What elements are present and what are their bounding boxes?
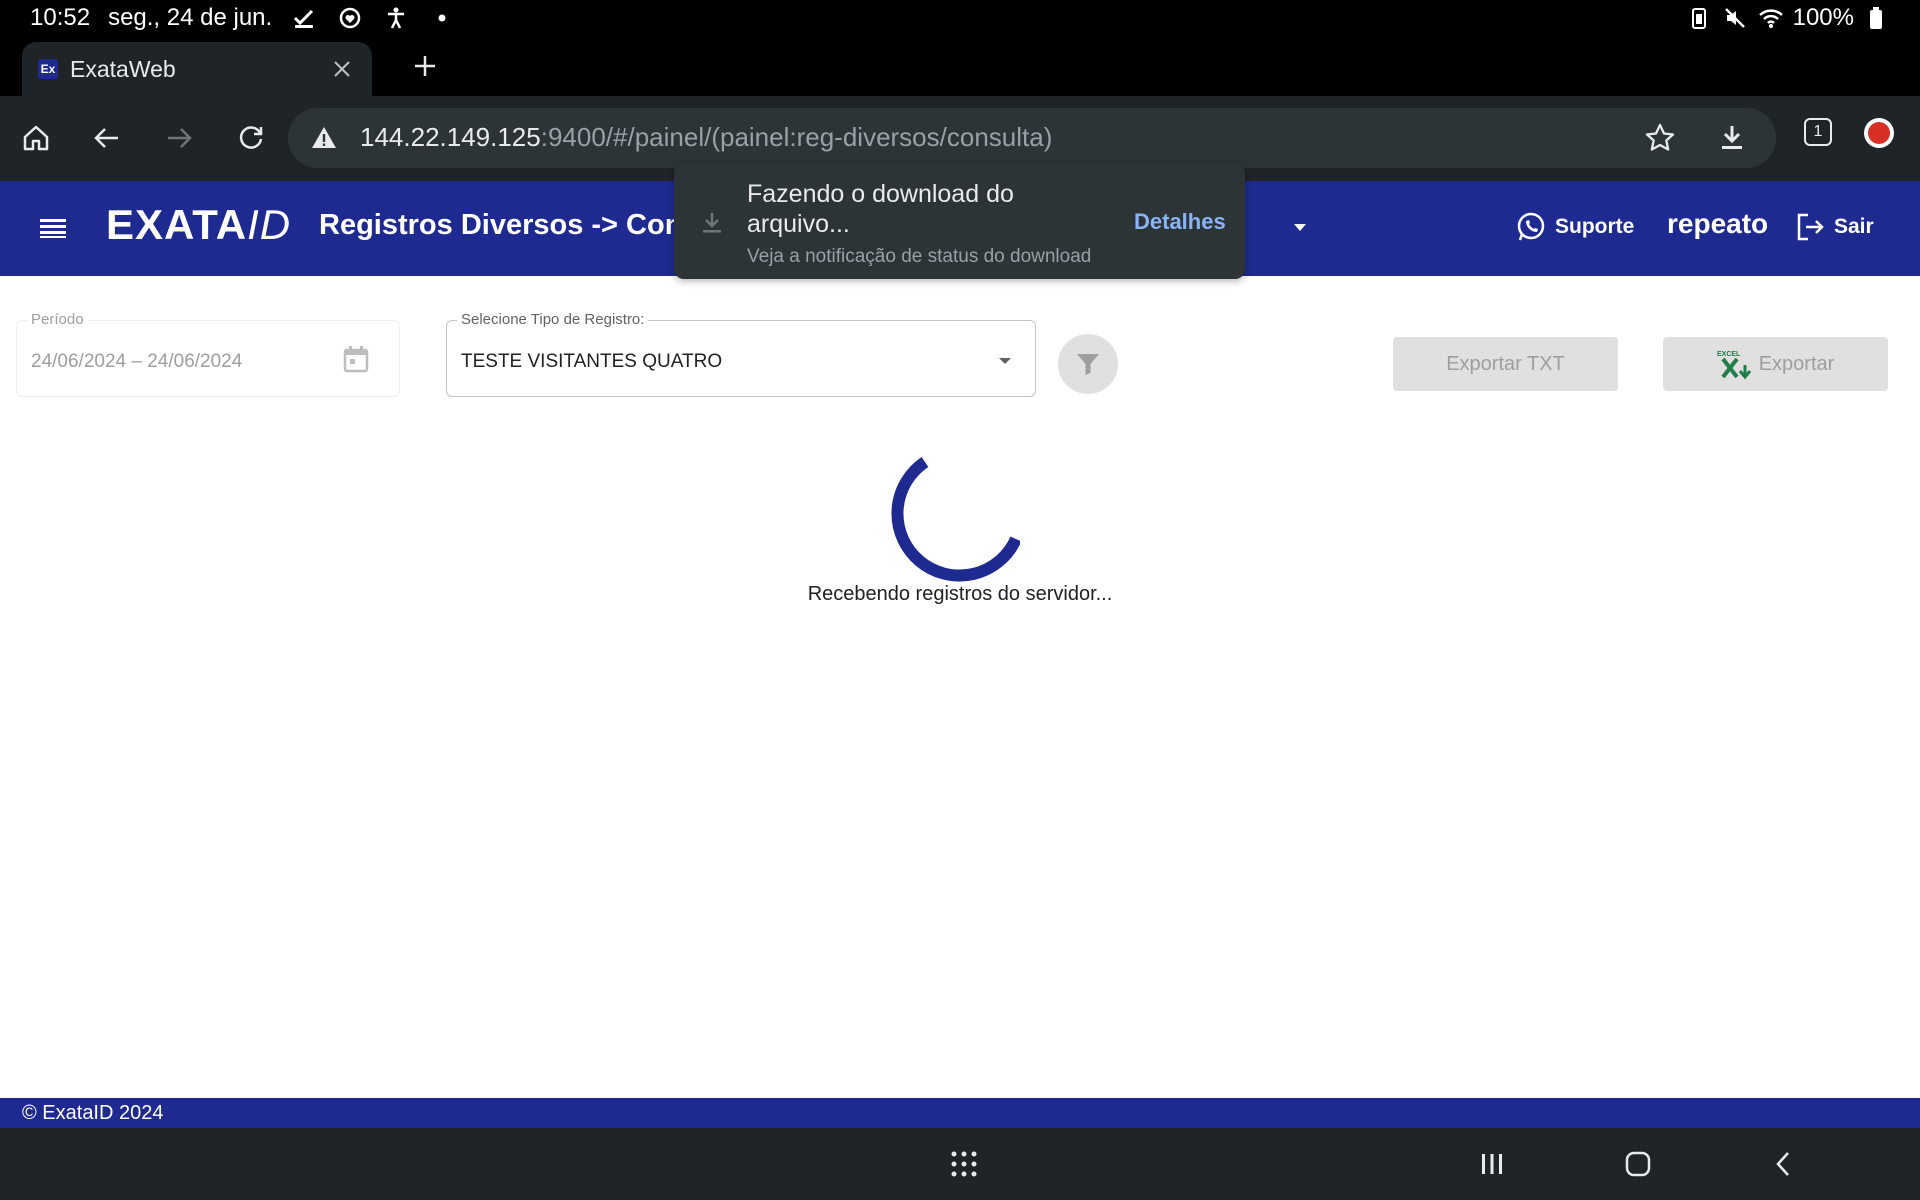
record-type-label: Selecione Tipo de Registro:	[457, 311, 649, 328]
home-nav-icon[interactable]	[1620, 1146, 1656, 1182]
calendar-icon[interactable]	[343, 345, 371, 373]
download-toast: Fazendo o download do arquivo... Veja a …	[674, 163, 1245, 279]
page-title: Registros Diversos -> Cons	[319, 209, 699, 241]
excel-icon-text: EXCEL	[1717, 351, 1741, 358]
username: repeato	[1667, 208, 1769, 239]
url-text[interactable]: 144.22.149.125:9400/#/painel/(painel:reg…	[360, 122, 1052, 153]
new-tab-plus-icon[interactable]	[405, 46, 445, 86]
export-excel-label: Exportar	[1758, 352, 1835, 375]
heart-circle-icon	[336, 4, 364, 32]
period-value: 24/06/2024 – 24/06/2024	[31, 351, 243, 372]
notification-dot-icon	[428, 4, 456, 32]
support-label: Suporte	[1555, 215, 1635, 238]
not-secure-warning-icon[interactable]	[310, 124, 338, 152]
logout-icon	[1797, 213, 1824, 241]
mute-icon	[1721, 4, 1749, 32]
battery-percent: 100%	[1792, 4, 1854, 31]
caret-down-icon[interactable]	[1290, 217, 1310, 237]
dropdown-arrow-icon[interactable]	[995, 351, 1015, 371]
back-nav-icon[interactable]	[1766, 1146, 1802, 1182]
excel-icon: EXCEL	[1717, 351, 1751, 380]
record-type-value: TESTE VISITANTES QUATRO	[461, 351, 723, 372]
hamburger-menu-icon[interactable]	[38, 213, 70, 245]
logout-label: Sair	[1834, 215, 1874, 238]
loading-spinner	[891, 457, 1020, 582]
status-time: 10:52	[30, 4, 91, 31]
tab-switcher-button[interactable]: 1	[1804, 118, 1832, 146]
close-tab-icon[interactable]	[328, 55, 356, 83]
profile-update-icon[interactable]	[1864, 118, 1894, 148]
logout-button[interactable]: Sair	[1794, 211, 1874, 243]
exataid-logo: EXATAID	[106, 201, 291, 249]
period-label: Período	[27, 311, 88, 328]
tab-title: ExataWeb	[70, 55, 176, 82]
system-status-bar: 10:52 seg., 24 de jun. 100%	[0, 0, 1920, 36]
exata-favicon-icon: Ex	[38, 59, 58, 79]
record-type-select[interactable]: Selecione Tipo de Registro: TESTE VISITA…	[446, 311, 1036, 397]
toast-subtitle: Veja a notificação de status do download	[747, 246, 1092, 267]
browser-tab[interactable]: Ex ExataWeb	[22, 42, 372, 96]
reload-icon[interactable]	[229, 116, 273, 160]
back-arrow-icon[interactable]	[85, 116, 129, 160]
bookmark-star-icon[interactable]	[1644, 122, 1676, 154]
app-drawer-icon[interactable]	[946, 1146, 982, 1182]
page-footer: © ExataID 2024	[0, 1098, 1920, 1128]
battery-saver-icon	[1685, 4, 1713, 32]
home-icon[interactable]	[14, 116, 58, 160]
status-date: seg., 24 de jun.	[108, 4, 273, 31]
url-path: :9400/#/painel/(painel:reg-diversos/cons…	[540, 122, 1053, 152]
download-icon[interactable]	[1716, 122, 1748, 154]
recent-apps-icon[interactable]	[1474, 1146, 1510, 1182]
logo-text: EXATA	[106, 201, 248, 248]
logo-id-text: ID	[247, 201, 292, 248]
accessibility-icon	[382, 4, 410, 32]
period-date-range-field[interactable]: Período 24/06/2024 – 24/06/2024	[16, 311, 400, 397]
export-txt-button[interactable]: Exportar TXT	[1393, 337, 1618, 391]
funnel-icon	[1077, 354, 1099, 375]
filter-button[interactable]	[1058, 334, 1118, 394]
export-excel-button[interactable]: EXCEL Exportar	[1663, 337, 1888, 391]
whatsapp-icon	[1517, 212, 1545, 241]
address-bar[interactable]: 144.22.149.125:9400/#/painel/(painel:reg…	[288, 108, 1776, 168]
check-download-icon	[290, 4, 318, 32]
toast-details-link[interactable]: Detalhes	[1134, 209, 1226, 235]
loading-message: Recebendo registros do servidor...	[807, 583, 1113, 605]
browser-tab-strip: Ex ExataWeb	[0, 36, 1920, 96]
system-navigation-bar	[0, 1128, 1920, 1200]
battery-icon	[1862, 4, 1890, 32]
download-progress-icon	[698, 209, 728, 239]
wifi-icon	[1757, 4, 1785, 32]
support-link[interactable]: Suporte	[1515, 211, 1634, 243]
url-host: 144.22.149.125	[360, 122, 541, 152]
toast-title: Fazendo o download do arquivo...	[747, 180, 1014, 238]
forward-arrow-icon[interactable]	[157, 116, 201, 160]
